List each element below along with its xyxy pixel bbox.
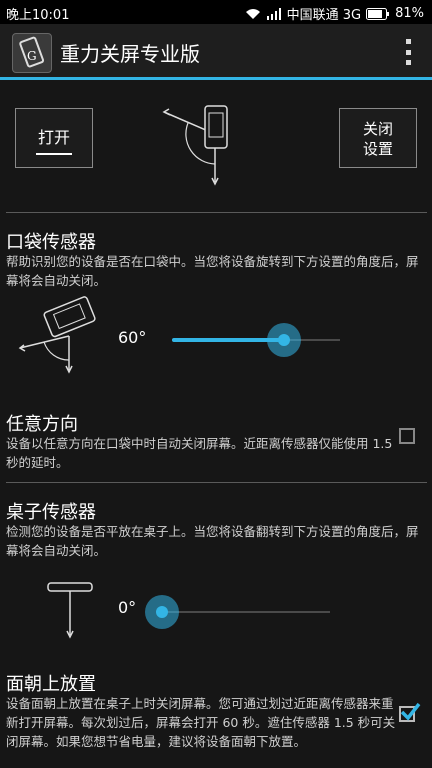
signal-icon — [266, 7, 281, 20]
svg-text:G: G — [27, 49, 37, 63]
face-up-title: 面朝上放置 — [6, 674, 96, 695]
pocket-angle-slider[interactable] — [160, 320, 340, 360]
table-sensor-description: 检测您的设备是否平放在桌子上。当您将设备翻转到下方设置的角度后，屏幕将会自动关闭… — [6, 524, 419, 558]
divider — [6, 482, 427, 483]
status-bar: 晚上10:01 中国联通 3G 81% — [0, 0, 432, 24]
pocket-sensor-description: 帮助识别您的设备是否在口袋中。当您将设备旋转到下方设置的角度后，屏幕将会自动关闭… — [6, 254, 419, 288]
table-figure — [47, 582, 93, 639]
app-title: 重力关屏专业版 — [60, 42, 200, 66]
close-settings-label-2: 设置 — [362, 140, 393, 158]
overflow-menu-icon[interactable] — [404, 39, 412, 65]
any-direction-checkbox[interactable] — [399, 428, 415, 444]
slider-thumb[interactable] — [267, 323, 301, 357]
table-sensor-title: 桌子传感器 — [6, 502, 96, 523]
wifi-icon — [245, 8, 260, 19]
table-angle-label: 0° — [118, 598, 137, 617]
status-carrier: 中国联通 3G — [286, 8, 362, 23]
pocket-sensor-title: 口袋传感器 — [6, 232, 96, 253]
table-angle-slider[interactable] — [140, 592, 330, 632]
status-battery: 81% — [395, 6, 424, 21]
battery-icon — [366, 7, 390, 20]
divider — [6, 212, 427, 213]
pocket-phone-figure — [18, 296, 96, 374]
face-up-description: 设备面朝上放置在桌子上时关闭屏幕。您可通过划过近距离传感器来重新打开屏幕。每次划… — [6, 696, 396, 749]
slider-track — [162, 611, 330, 613]
app-icon[interactable]: G — [12, 33, 52, 73]
any-direction-description: 设备以任意方向在口袋中时自动关闭屏幕。近距离传感器仅能使用 1.5 秒的延时。 — [6, 436, 393, 470]
close-settings-label-1: 关闭 — [362, 120, 393, 138]
open-button[interactable]: 打开 — [15, 108, 93, 168]
gravity-phone-figure — [162, 105, 228, 186]
slider-thumb[interactable] — [145, 595, 179, 629]
any-direction-title: 任意方向 — [6, 414, 78, 435]
face-up-checkbox[interactable] — [399, 702, 421, 722]
status-time: 晚上10:01 — [6, 8, 70, 23]
pocket-angle-label: 60° — [118, 328, 147, 347]
action-bar: G 重力关屏专业版 — [0, 24, 432, 80]
status-right: 中国联通 3G 81% — [245, 4, 424, 23]
close-settings-button[interactable]: 关闭 设置 — [339, 108, 417, 168]
check-icon — [400, 702, 421, 721]
